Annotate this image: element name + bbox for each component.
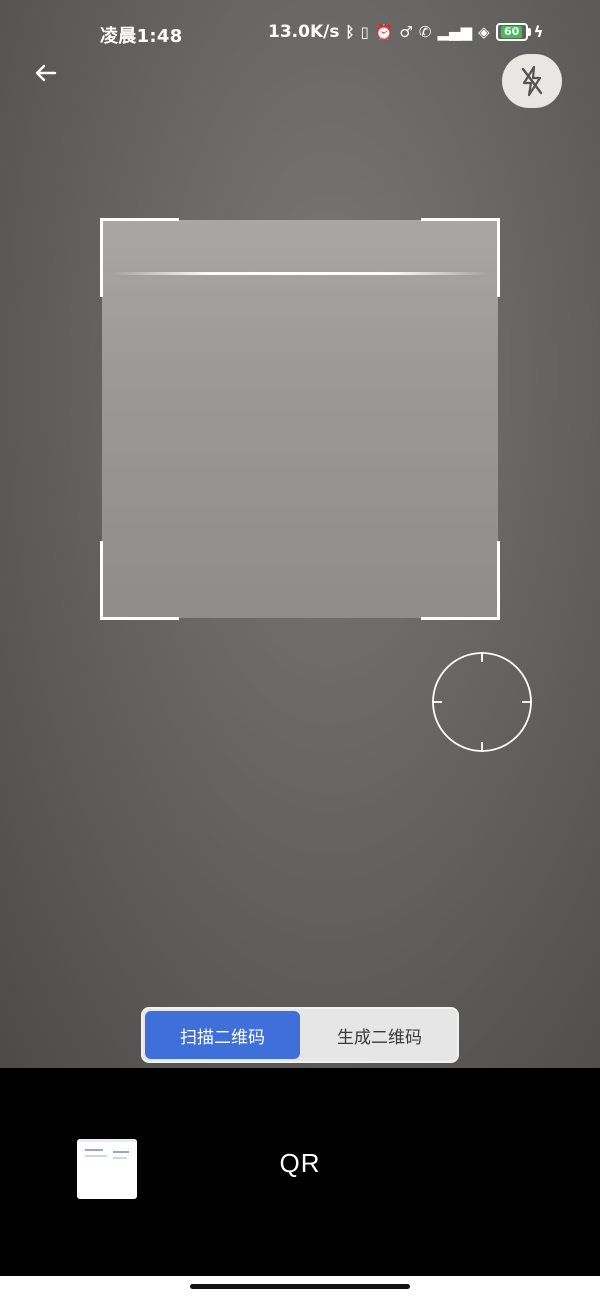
- flash-off-icon: [521, 65, 543, 97]
- gallery-thumbnail[interactable]: [77, 1139, 137, 1199]
- home-indicator[interactable]: [190, 1284, 410, 1289]
- wifi-icon: ◈: [478, 22, 490, 41]
- focus-reticle-icon[interactable]: [432, 652, 532, 752]
- thumbnail-content: [113, 1157, 127, 1159]
- scan-corner-bottom-right: [421, 541, 500, 620]
- battery-icon: 60: [495, 23, 531, 41]
- scan-qr-tab[interactable]: 扫描二维码: [145, 1011, 300, 1059]
- bluetooth-icon: ᛒ: [345, 22, 355, 41]
- generate-qr-tab[interactable]: 生成二维码: [302, 1009, 457, 1061]
- scan-frame: [100, 218, 500, 620]
- mode-label: QR: [279, 1148, 321, 1178]
- scan-line: [112, 272, 488, 275]
- thumbnail-content: [85, 1155, 107, 1157]
- thumbnail-content: [85, 1149, 103, 1151]
- arrow-left-icon: [35, 64, 57, 82]
- status-indicators: 13.0K/s ᛒ ▯ ⏰ ♂ ✆ ▂▄▆ ◈ 60 ϟ: [268, 22, 544, 42]
- signal-icon: ▂▄▆: [437, 22, 473, 41]
- back-button[interactable]: [28, 58, 64, 92]
- battery-level: 60: [500, 26, 523, 38]
- bottom-bar: QR: [0, 1068, 600, 1276]
- network-speed: 13.0K/s: [268, 22, 340, 42]
- male-icon: ♂: [399, 22, 413, 41]
- navigation-area: [0, 1276, 600, 1301]
- charging-icon: ϟ: [533, 22, 544, 41]
- alarm-icon: ⏰: [374, 22, 394, 41]
- thumbnail-content: [77, 1139, 137, 1142]
- flash-toggle-button[interactable]: [502, 54, 562, 108]
- thumbnail-content: [113, 1151, 129, 1153]
- call-icon: ✆: [418, 22, 432, 41]
- scan-corner-top-right: [421, 218, 500, 297]
- vibrate-icon: ▯: [360, 22, 369, 41]
- qr-scanner-screen: 凌晨1:48 13.0K/s ᛒ ▯ ⏰ ♂ ✆ ▂▄▆ ◈ 60 ϟ 扫描二维…: [0, 0, 600, 1301]
- scan-corner-bottom-left: [100, 541, 179, 620]
- status-bar: 凌晨1:48 13.0K/s ᛒ ▯ ⏰ ♂ ✆ ▂▄▆ ◈ 60 ϟ: [0, 0, 600, 70]
- mode-toggle: 扫描二维码 生成二维码: [141, 1007, 459, 1063]
- status-time: 凌晨1:48: [100, 26, 183, 47]
- scan-corner-top-left: [100, 218, 179, 297]
